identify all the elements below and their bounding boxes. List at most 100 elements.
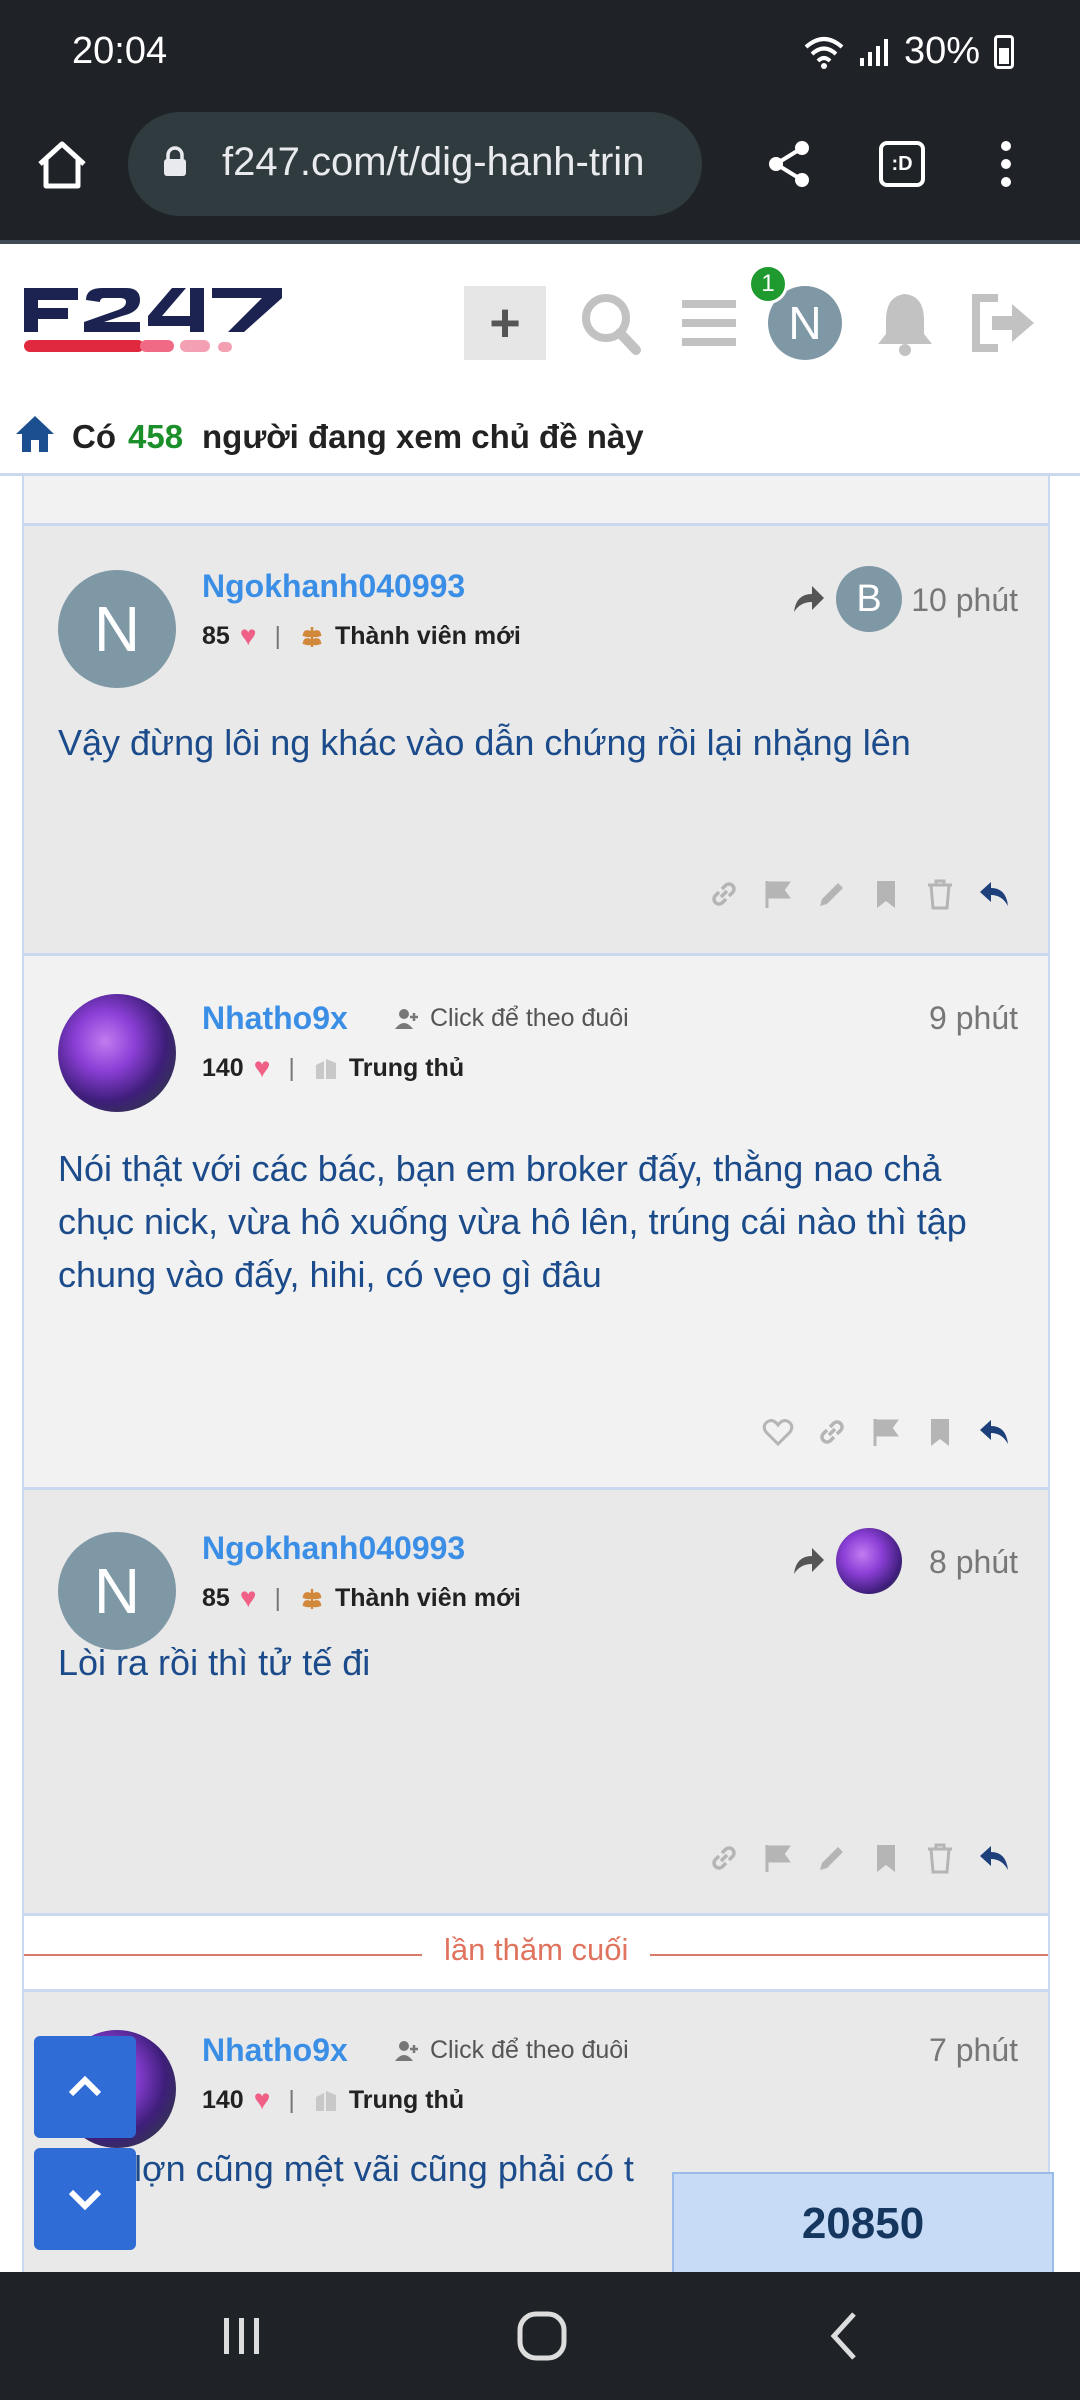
viewers-bar: Có 458 người đang xem chủ đề này [0,400,1080,476]
post-stream: N Ngokhanh040993 85 ♥ | Thành viên mới B… [22,476,1050,2272]
rank-icon [302,1589,322,1609]
follow-button[interactable]: Click để theo đuôi [394,2036,629,2065]
link-icon[interactable] [708,1842,740,1874]
logout-icon[interactable] [962,286,1044,360]
url-text: f247.com/t/dig-hanh-trin [222,140,645,184]
system-nav-bar [0,2272,1080,2400]
username[interactable]: Ngokhanh040993 [202,1530,465,1567]
reply-to-avatar[interactable] [836,1528,902,1594]
avatar[interactable]: N [58,570,176,688]
status-time: 20:04 [72,30,168,72]
post-body: Nói thật với các bác, bạn em broker đấy,… [58,1148,967,1295]
like-count: 140 [202,2085,244,2114]
tab-switcher-icon[interactable]: :D [872,134,932,194]
reply-icon[interactable] [978,1416,1010,1448]
follow-label: Click để theo đuôi [430,2036,629,2064]
flag-icon[interactable] [870,1416,902,1448]
post-counter[interactable]: 20850 [672,2172,1054,2276]
last-visit-divider: lần thăm cuối [24,1916,1048,1992]
bookmark-icon[interactable] [924,1416,956,1448]
reply-to-indicator[interactable] [792,1528,902,1594]
user-meta: 85 ♥ | Thành viên mới [202,620,521,652]
reply-to-indicator[interactable]: B [792,566,902,632]
site-header: + N 1 [0,240,1080,400]
battery-icon [994,34,1014,69]
link-icon[interactable] [708,878,740,910]
reply-icon[interactable] [978,878,1010,910]
home-button-icon[interactable] [514,2308,570,2364]
rank-label: Thành viên mới [334,1583,521,1612]
flag-icon[interactable] [762,878,794,910]
edit-icon[interactable] [816,878,848,910]
link-icon[interactable] [816,1416,848,1448]
heart-icon: ♥ [253,2084,271,2115]
home-icon[interactable] [14,414,56,454]
share-icon[interactable] [760,134,820,194]
scroll-up-button[interactable] [34,2036,136,2138]
post-time[interactable]: 7 phút [929,2032,1018,2069]
heart-icon: ♥ [239,620,257,651]
follow-button[interactable]: Click để theo đuôi [394,1004,629,1033]
reply-arrow-icon [794,1548,824,1574]
menu-icon[interactable] [668,286,750,360]
add-user-icon [395,2040,418,2061]
username[interactable]: Nhatho9x [202,2032,348,2069]
reply-to-avatar[interactable]: B [836,566,902,632]
add-user-icon [395,1008,418,1029]
search-icon[interactable] [570,286,652,360]
recent-apps-icon[interactable] [214,2308,270,2364]
more-options-icon[interactable] [976,134,1036,194]
bookmark-icon[interactable] [870,878,902,910]
post: Nhatho9x Click để theo đuôi 140 ♥ | Trun… [24,956,1048,1490]
separator: | [274,621,281,650]
user-meta: 140 ♥ | Trung thủ [202,2084,464,2116]
like-count: 140 [202,1053,244,1082]
rank-label: Trung thủ [348,1053,465,1082]
home-icon[interactable] [32,134,92,194]
separator: | [274,1583,281,1612]
new-topic-button[interactable]: + [464,286,546,360]
f247-logo[interactable] [22,284,284,364]
post: N Ngokhanh040993 85 ♥ | Thành viên mới 8… [24,1490,1048,1916]
delete-icon[interactable] [924,878,956,910]
post-actions [708,878,1010,910]
edit-icon[interactable] [816,1842,848,1874]
rank-icon [315,2091,336,2111]
lock-icon [164,146,186,176]
back-icon[interactable] [818,2308,874,2364]
like-icon[interactable] [762,1416,794,1448]
address-bar[interactable]: f247.com/t/dig-hanh-trin [128,112,702,216]
username[interactable]: Ngokhanh040993 [202,568,465,605]
username[interactable]: Nhatho9x [202,1000,348,1037]
viewers-count: 458 [128,418,184,455]
post-actions [708,1842,1010,1874]
heart-icon: ♥ [239,1582,257,1613]
bookmark-icon[interactable] [870,1842,902,1874]
avatar[interactable] [58,994,176,1112]
bell-icon[interactable] [864,286,946,360]
reply-arrow-icon [794,586,824,612]
heart-icon: ♥ [253,1052,271,1083]
delete-icon[interactable] [924,1842,956,1874]
post-body: Vậy đừng lôi ng khác vào dẫn chứng rồi l… [58,722,911,763]
post-time[interactable]: 8 phút [929,1544,1018,1581]
status-indicators: 30% [804,30,1014,73]
reply-icon[interactable] [978,1842,1010,1874]
post-time[interactable]: 9 phút [929,1000,1018,1037]
previous-post-tail [24,476,1048,526]
post-time[interactable]: 10 phút [911,582,1018,619]
rank-icon [315,1059,336,1079]
status-bar: 20:04 30% [0,0,1080,104]
user-meta: 85 ♥ | Thành viên mới [202,1582,521,1614]
rank-label: Thành viên mới [334,621,521,650]
signal-icon [859,38,888,66]
post: N Ngokhanh040993 85 ♥ | Thành viên mới B… [24,526,1048,956]
scroll-down-button[interactable] [34,2148,136,2250]
notification-badge: 1 [748,264,788,304]
flag-icon[interactable] [762,1842,794,1874]
post-actions [762,1416,1010,1448]
follow-label: Click để theo đuôi [430,1004,629,1032]
separator: | [288,2085,295,2114]
viewers-suffix: người đang xem chủ đề này [202,418,644,455]
avatar[interactable]: N [58,1532,176,1650]
